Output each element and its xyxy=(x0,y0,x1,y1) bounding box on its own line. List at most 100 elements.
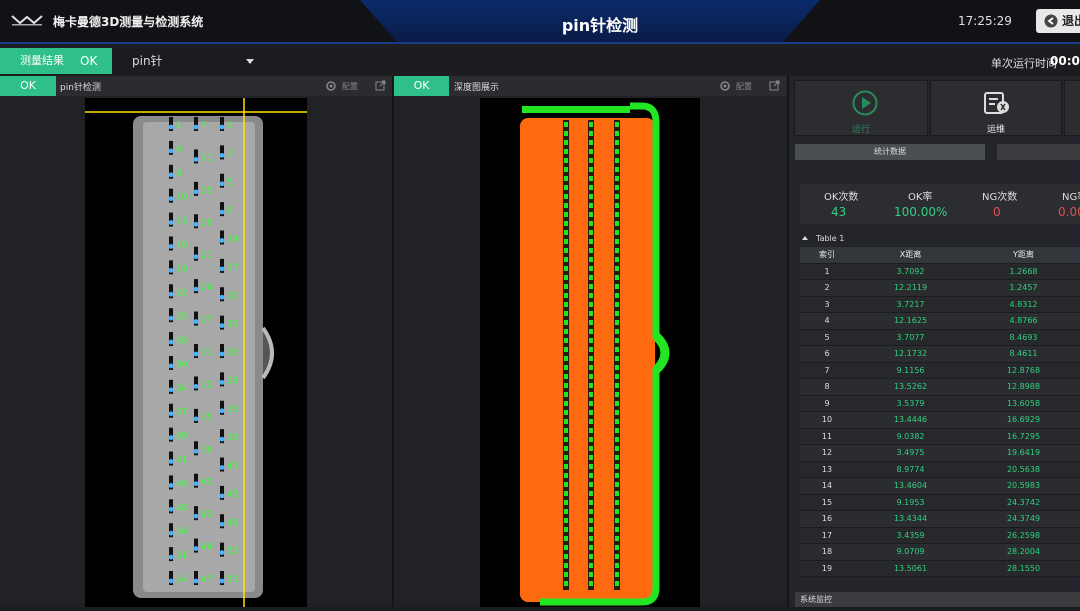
cell-x-distance: 9.0382 xyxy=(896,431,925,441)
pin-label: 9 xyxy=(227,206,233,216)
cell-x-distance: 13.4604 xyxy=(893,481,928,490)
table-row[interactable]: 1 3.7092 1.2668 xyxy=(800,263,1080,280)
table-row[interactable]: 13 8.9774 20.5638 xyxy=(800,461,1080,478)
cell-y-distance: 24.3749 xyxy=(1006,514,1041,523)
pin-point xyxy=(168,244,174,249)
table-row[interactable]: 14 13.4604 20.5983 xyxy=(800,478,1080,495)
cell-x-distance: 3.5379 xyxy=(896,398,925,408)
cell-y-distance: 20.5638 xyxy=(1006,464,1041,474)
depth-pin-point xyxy=(589,203,593,208)
depth-latch xyxy=(652,332,670,374)
pin-label: 46 xyxy=(176,479,188,489)
table-row[interactable]: 4 12.1625 4.8766 xyxy=(800,313,1080,330)
pin-point xyxy=(219,521,225,527)
external-open-icon[interactable] xyxy=(769,80,780,91)
table-row[interactable]: 16 13.4344 24.3749 xyxy=(800,511,1080,528)
depth-image-view[interactable] xyxy=(480,98,700,607)
depth-pin-point xyxy=(564,572,568,577)
run-button[interactable]: 运行 xyxy=(794,80,928,136)
table-row[interactable]: 15 9.1953 24.3742 xyxy=(800,494,1080,511)
table-row[interactable]: 19 13.5061 28.1550 xyxy=(800,560,1080,577)
cell-x-distance: 3.4359 xyxy=(896,530,925,540)
depth-pin-point xyxy=(615,464,619,469)
depth-pin-point xyxy=(615,509,619,514)
table-row[interactable]: 18 9.0709 28.2004 xyxy=(800,544,1080,561)
depth-pin-point xyxy=(589,365,593,370)
depth-pin-point xyxy=(564,212,568,217)
table-row[interactable]: 9 3.5379 13.6058 xyxy=(800,395,1080,412)
table-row[interactable]: 11 9.0382 16.7295 xyxy=(800,428,1080,445)
gear-icon[interactable] xyxy=(719,80,731,92)
ok-rate-label: OK率 xyxy=(908,192,933,203)
depth-pin-point xyxy=(589,122,593,127)
maintenance-button[interactable]: 运维 xyxy=(930,80,1062,136)
depth-pin-point xyxy=(589,410,593,415)
table-row[interactable]: 5 3.7077 8.4693 xyxy=(800,329,1080,346)
recipe-select[interactable]: pin针 xyxy=(114,48,262,74)
extra-action-button[interactable] xyxy=(1064,80,1080,136)
depth-pin-point xyxy=(589,509,593,514)
pin-label: 31 xyxy=(201,348,212,358)
depth-pin-point xyxy=(589,311,593,316)
depth-pin-point xyxy=(564,329,568,334)
depth-pin-point xyxy=(589,230,593,235)
tab-secondary[interactable] xyxy=(997,144,1080,160)
pin-point xyxy=(168,267,174,273)
pin-label: 17 xyxy=(227,263,238,273)
collapse-caret-icon[interactable] xyxy=(802,236,808,240)
depth-pin-point xyxy=(615,284,619,289)
depth-pin-point xyxy=(589,302,593,307)
depth-pin-point xyxy=(589,266,593,271)
pin-image-view[interactable]: 1 6 8 10 13 16 19 22 25 28 30 34 37 39 41 46 48 50 51 54 7 11… xyxy=(85,98,307,607)
depth-pin-point xyxy=(615,572,619,577)
cell-y-distance: 8.4693 xyxy=(1009,332,1038,342)
panel-title: 深度图展示 xyxy=(454,83,500,93)
depth-pin-point xyxy=(564,410,568,415)
pin-label: 52 xyxy=(227,547,238,557)
config-button[interactable]: 配置 xyxy=(736,81,752,92)
logout-button[interactable]: 退出 xyxy=(1036,9,1080,33)
pin-point xyxy=(219,351,225,357)
table-row[interactable]: 3 3.7217 4.8312 xyxy=(800,296,1080,313)
play-icon xyxy=(852,90,878,116)
chevron-down-icon[interactable] xyxy=(246,59,254,64)
pin-point xyxy=(193,189,199,195)
pin-point xyxy=(168,387,174,393)
depth-pin-point xyxy=(564,149,568,154)
depth-map-panel: OK 深度图展示 配置 xyxy=(394,76,788,607)
cell-index: 17 xyxy=(821,530,833,540)
table-row[interactable]: 7 9.1156 12.8768 xyxy=(800,362,1080,379)
pin-label: 10 xyxy=(176,193,188,203)
cell-y-distance: 19.6419 xyxy=(1006,448,1041,457)
config-button[interactable]: 配置 xyxy=(342,81,358,92)
table-row[interactable]: 12 3.4975 19.6419 xyxy=(800,445,1080,462)
pin-point xyxy=(193,124,199,130)
depth-pin-point xyxy=(564,437,568,442)
depth-pin-point xyxy=(589,518,593,523)
depth-pin-point xyxy=(615,293,619,298)
pin-point xyxy=(193,254,199,260)
depth-pin-point xyxy=(589,554,593,559)
depth-pin-point xyxy=(589,185,593,190)
tab-statistics[interactable]: 统计数据 xyxy=(795,144,985,160)
table-row[interactable]: 10 13.4446 16.6929 xyxy=(800,412,1080,429)
depth-pin-point xyxy=(564,383,568,388)
table-row[interactable]: 6 12.1732 8.4611 xyxy=(800,346,1080,363)
pin-point xyxy=(193,157,199,162)
table-row[interactable]: 2 12.2119 1.2457 xyxy=(800,280,1080,297)
depth-pin-point xyxy=(615,239,619,244)
system-monitor-panel[interactable]: 系统监控 xyxy=(795,592,1080,607)
pin-point xyxy=(168,172,174,178)
depth-pin-point xyxy=(589,257,593,262)
cell-y-distance: 8.4611 xyxy=(1009,349,1038,358)
cell-x-distance: 3.7077 xyxy=(896,332,925,342)
gear-icon[interactable] xyxy=(325,80,337,92)
external-open-icon[interactable] xyxy=(375,80,386,91)
depth-pin-point xyxy=(589,473,593,478)
depth-pin-point xyxy=(564,140,568,145)
table-row[interactable]: 8 13.5262 12.8988 xyxy=(800,379,1080,396)
pin-point xyxy=(193,221,199,227)
pin-point xyxy=(193,319,199,324)
pin-label: 34 xyxy=(176,384,188,394)
table-row[interactable]: 17 3.4359 26.2598 xyxy=(800,527,1080,544)
